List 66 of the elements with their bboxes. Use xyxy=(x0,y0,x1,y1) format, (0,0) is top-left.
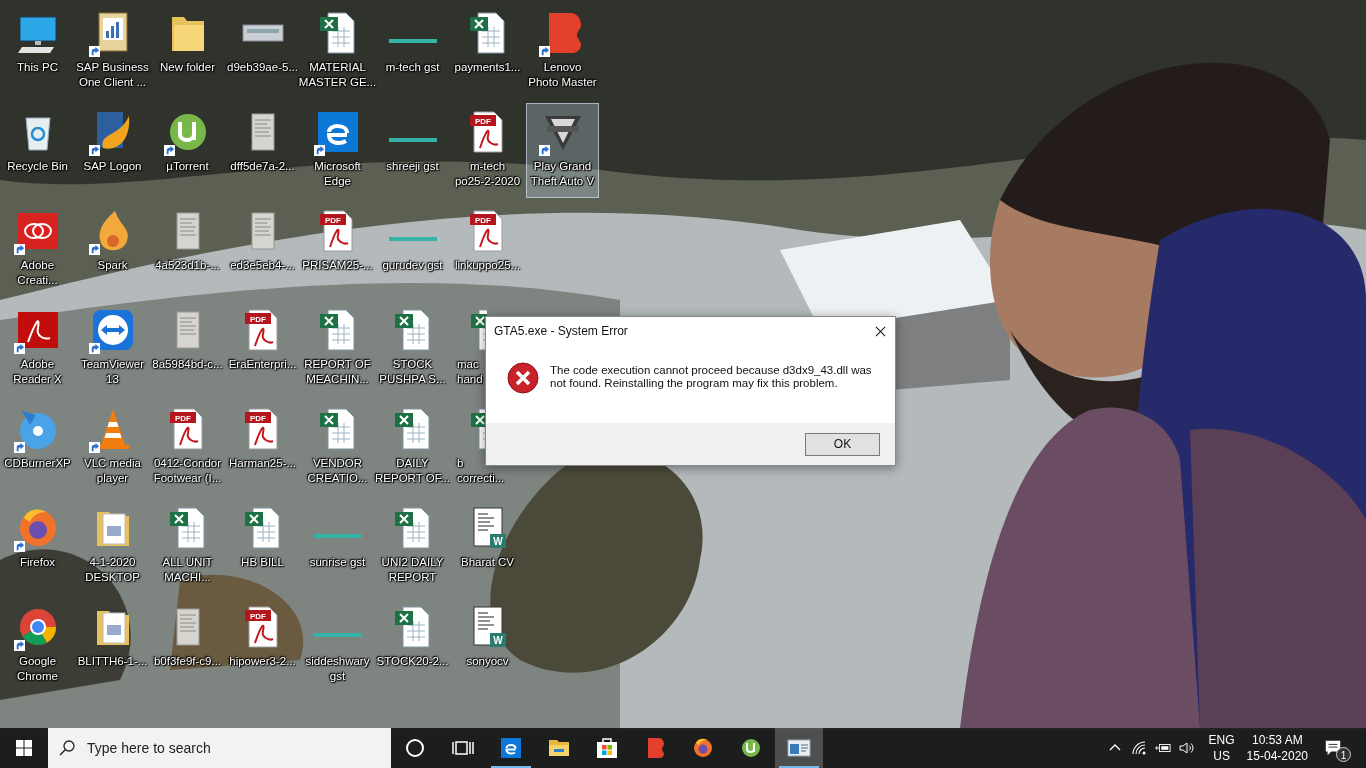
icon-label: SAP Business One Client ... xyxy=(76,60,149,90)
icon-label: m-tech gst xyxy=(385,60,440,75)
notification-count: 1 xyxy=(1336,747,1351,762)
file-type-label: PDF xyxy=(174,413,191,423)
icon-label: b correcti... xyxy=(457,456,505,486)
icon-label: Harman25-... xyxy=(228,456,297,471)
icon-label: Play Grand Theft Auto V xyxy=(530,159,595,189)
icon-label: b0f3fe9f-c9... xyxy=(153,654,222,669)
icon-label: Adobe Creati... xyxy=(17,258,58,288)
icon-label: sonyocv xyxy=(466,654,509,669)
icon-label: Adobe Reader X xyxy=(13,357,62,387)
icon-label: TeamViewer 13 xyxy=(80,357,145,387)
clock-date: 15-04-2020 xyxy=(1246,748,1308,764)
icon-label: BLITTH6-1-... xyxy=(77,654,148,669)
icon-label: dff5de7a-2... xyxy=(230,159,295,174)
icon-label: Spark xyxy=(97,258,128,273)
icon-label: linkuppo25... xyxy=(454,258,521,273)
icon-label: 8a5984bd-c... xyxy=(152,357,223,372)
file-type-label: W xyxy=(492,536,503,547)
file-type-label: PDF xyxy=(474,116,491,126)
icon-label: Firefox xyxy=(19,555,56,570)
icon-label: STOCK PUSHPA S... xyxy=(379,357,446,387)
file-type-label: PDF xyxy=(249,413,266,423)
icon-label: mac hand xyxy=(457,357,483,387)
icon-label: 4a523d1b-... xyxy=(155,258,220,273)
file-type-label: PDF xyxy=(324,215,341,225)
icon-label: gurudev gst xyxy=(382,258,443,273)
icon-label: Lenovo Photo Master xyxy=(528,60,597,90)
icon-label: payments1... xyxy=(454,60,521,75)
icon-label: PRISAM25-... xyxy=(302,258,373,273)
icon-label: CDBurnerXP xyxy=(4,456,71,471)
icon-label: HB BILL xyxy=(241,555,284,570)
clock-time: 10:53 AM xyxy=(1251,732,1303,748)
icon-label: 0412-Condor Footwear (I... xyxy=(153,456,222,486)
icon-label: d9eb39ae-5... xyxy=(227,60,298,75)
icon-label: VLC media player xyxy=(84,456,141,486)
dialog-title: GTA5.exe - System Error xyxy=(494,324,628,338)
error-message: The code execution cannot proceed because d3dx9_43.dll was not found. Reinstalling the program may fix this problem. xyxy=(550,364,873,390)
icon-label: shreeji gst xyxy=(386,159,439,174)
icon-label: Microsoft Edge xyxy=(314,159,361,189)
icon-label: MATERIAL MASTER GE... xyxy=(298,60,377,90)
region-code: US xyxy=(1213,748,1230,764)
file-type-label: PDF xyxy=(474,215,491,225)
icon-label: REPORT OF MEACHIN... xyxy=(304,357,371,387)
file-type-label: PDF xyxy=(249,314,266,324)
icon-label: µTorrent xyxy=(166,159,209,174)
file-type-label: PDF xyxy=(249,611,266,621)
icon-label: Google Chrome xyxy=(17,654,58,684)
icon-label: SAP Logon xyxy=(83,159,142,174)
icon-label: VENDOR CREATIO... xyxy=(307,456,368,486)
icon-label: Recycle Bin xyxy=(7,159,68,174)
icon-label: Bharat CV xyxy=(460,555,515,570)
icon-label: EraEnterpri... xyxy=(228,357,297,372)
file-type-label: W xyxy=(492,635,503,646)
icon-label: sunrise gst xyxy=(309,555,366,570)
icon-label: siddeshwary gst xyxy=(305,654,370,684)
icon-label: This PC xyxy=(17,60,58,75)
icon-label: ed3e5eb4-... xyxy=(230,258,295,273)
icon-label: hipower3-2... xyxy=(229,654,296,669)
icon-label: DAILY REPORT OF... xyxy=(375,456,450,486)
icon-label: New folder xyxy=(160,60,215,75)
icon-label: m-tech po25-2-2020 xyxy=(454,159,521,189)
icon-label: STOCK20-2... xyxy=(376,654,449,669)
icon-label: ALL UNIT MACHI... xyxy=(162,555,213,585)
icon-label: UNI2 DAILY REPORT xyxy=(381,555,444,585)
language-code: ENG xyxy=(1208,732,1235,748)
